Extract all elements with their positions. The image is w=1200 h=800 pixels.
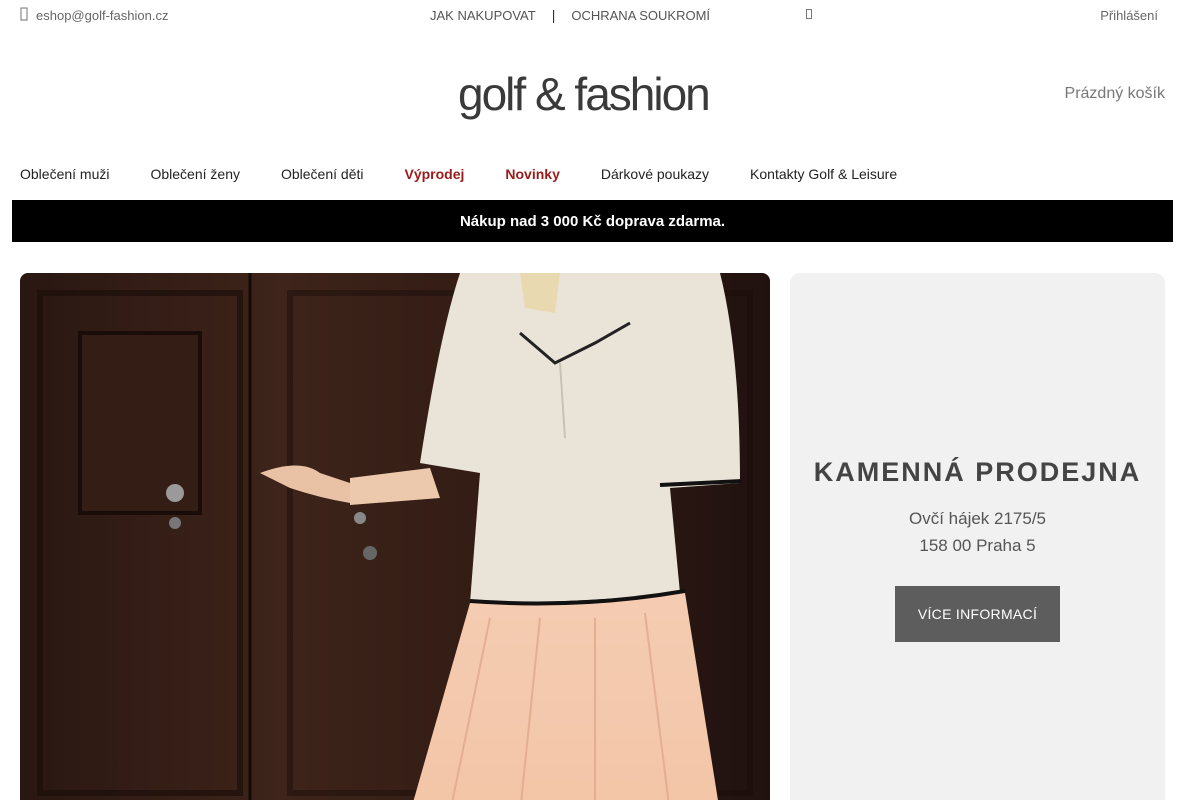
nav-item-new[interactable]: Novinky (505, 166, 559, 182)
store-card: KAMENNÁ PRODEJNA Ovčí hájek 2175/5 158 0… (790, 273, 1165, 800)
cart-button[interactable]: Prázdný košík (1065, 85, 1165, 103)
envelope-icon (20, 7, 28, 24)
shipping-banner: Nákup nad 3 000 Kč doprava zdarma. (12, 200, 1173, 242)
nav-item-women[interactable]: Oblečení ženy (150, 166, 240, 182)
link-how-to-shop[interactable]: JAK NAKUPOVAT (430, 8, 536, 23)
logo-text: golf & fashion (458, 68, 708, 120)
top-bar: eshop@golf-fashion.cz JAK NAKUPOVAT | OC… (0, 0, 1200, 32)
link-separator: | (551, 7, 556, 23)
store-address-street: Ovčí hájek 2175/5 (908, 509, 1047, 528)
nav-item-sale[interactable]: Výprodej (404, 166, 464, 182)
email-link[interactable]: eshop@golf-fashion.cz (20, 7, 168, 24)
search-icon[interactable] (806, 9, 812, 22)
site-logo[interactable]: golf & fashion (458, 66, 711, 122)
link-privacy[interactable]: OCHRANA SOUKROMÍ (571, 8, 710, 23)
top-links: JAK NAKUPOVAT | OCHRANA SOUKROMÍ (430, 7, 710, 23)
store-title: KAMENNÁ PRODEJNA (813, 457, 1142, 487)
nav-item-men[interactable]: Oblečení muži (20, 166, 109, 182)
login-link[interactable]: Přihlášení (1100, 8, 1158, 23)
nav-item-kids[interactable]: Oblečení děti (281, 166, 364, 182)
email-text: eshop@golf-fashion.cz (36, 8, 169, 23)
nav-item-gift-vouchers[interactable]: Dárkové poukazy (601, 166, 709, 182)
hero-image[interactable] (20, 273, 770, 800)
nav-item-contacts[interactable]: Kontakty Golf & Leisure (750, 166, 897, 182)
store-address-city: 158 00 Praha 5 (919, 536, 1036, 555)
more-info-button[interactable]: VÍCE INFORMACÍ (895, 586, 1060, 642)
main-nav: Oblečení muži Oblečení ženy Oblečení dět… (20, 166, 938, 182)
